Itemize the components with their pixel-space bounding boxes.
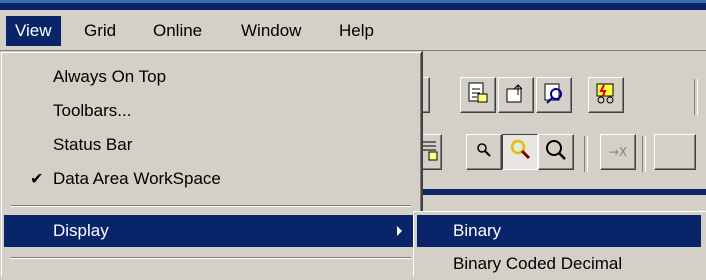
menu-window[interactable]: Window — [232, 16, 310, 46]
toolbar-separator — [642, 136, 646, 172]
find-button[interactable] — [536, 77, 572, 113]
menu-item-status-bar[interactable]: Status Bar — [4, 129, 416, 161]
menu-item-label: Toolbars... — [53, 101, 132, 120]
menu-item-label: Always On Top — [53, 67, 167, 86]
upload-icon — [504, 81, 528, 110]
zoom-highlight-icon — [508, 138, 532, 167]
binary-view-button[interactable] — [460, 77, 496, 113]
online-connect-icon — [594, 81, 618, 110]
toolbar-separator — [694, 79, 698, 115]
zoom-icon — [474, 140, 494, 165]
find-icon — [542, 81, 566, 110]
view-menu: Always On Top Toolbars... Status Bar ✔ D… — [0, 51, 423, 276]
menu-item-data-area-workspace[interactable]: ✔ Data Area WorkSpace — [4, 163, 416, 195]
title-highlight — [0, 0, 706, 3]
menu-item-toolbars[interactable]: Toolbars... — [4, 95, 416, 127]
close-x-icon: →X — [608, 145, 628, 159]
submenu-item-label: Binary — [453, 221, 502, 240]
checkmark-icon: ✔ — [30, 169, 44, 188]
zoom-fit-button[interactable] — [538, 134, 574, 170]
submenu-arrow-icon — [397, 226, 402, 236]
menu-help[interactable]: Help — [330, 16, 383, 46]
menu-separator — [11, 257, 411, 259]
toolbar-separator — [584, 136, 588, 172]
zoom-highlight-button[interactable] — [502, 134, 538, 170]
menu-item-label: Status Bar — [53, 135, 133, 154]
menu-item-display[interactable]: Display — [4, 215, 416, 247]
menu-online[interactable]: Online — [144, 16, 211, 46]
upload-button[interactable] — [498, 77, 534, 113]
menu-item-label: Data Area WorkSpace — [53, 169, 221, 188]
menu-item-always-on-top[interactable]: Always On Top — [4, 61, 416, 93]
menubar: View Grid Online Window Help — [0, 10, 706, 51]
menu-item-label: Display — [53, 221, 109, 240]
submenu-item-binary-coded-decimal[interactable]: Binary Coded Decimal — [417, 248, 701, 280]
paste-icon — [421, 138, 439, 167]
zoom-button[interactable] — [466, 134, 502, 170]
window-title-strip — [0, 0, 706, 10]
submenu-item-label: Binary Coded Decimal — [453, 254, 623, 273]
menu-separator — [11, 205, 411, 207]
binary-view-icon — [466, 81, 490, 110]
display-submenu: Binary Binary Coded Decimal — [413, 211, 706, 276]
close-x-button[interactable]: →X — [600, 134, 636, 170]
menu-view[interactable]: View — [6, 16, 61, 46]
menu-grid[interactable]: Grid — [75, 16, 125, 46]
zoom-fit-icon — [544, 138, 568, 167]
submenu-item-binary[interactable]: Binary — [417, 215, 701, 247]
online-connect-button[interactable] — [588, 77, 624, 113]
toolbar-button-disabled[interactable] — [654, 134, 696, 170]
